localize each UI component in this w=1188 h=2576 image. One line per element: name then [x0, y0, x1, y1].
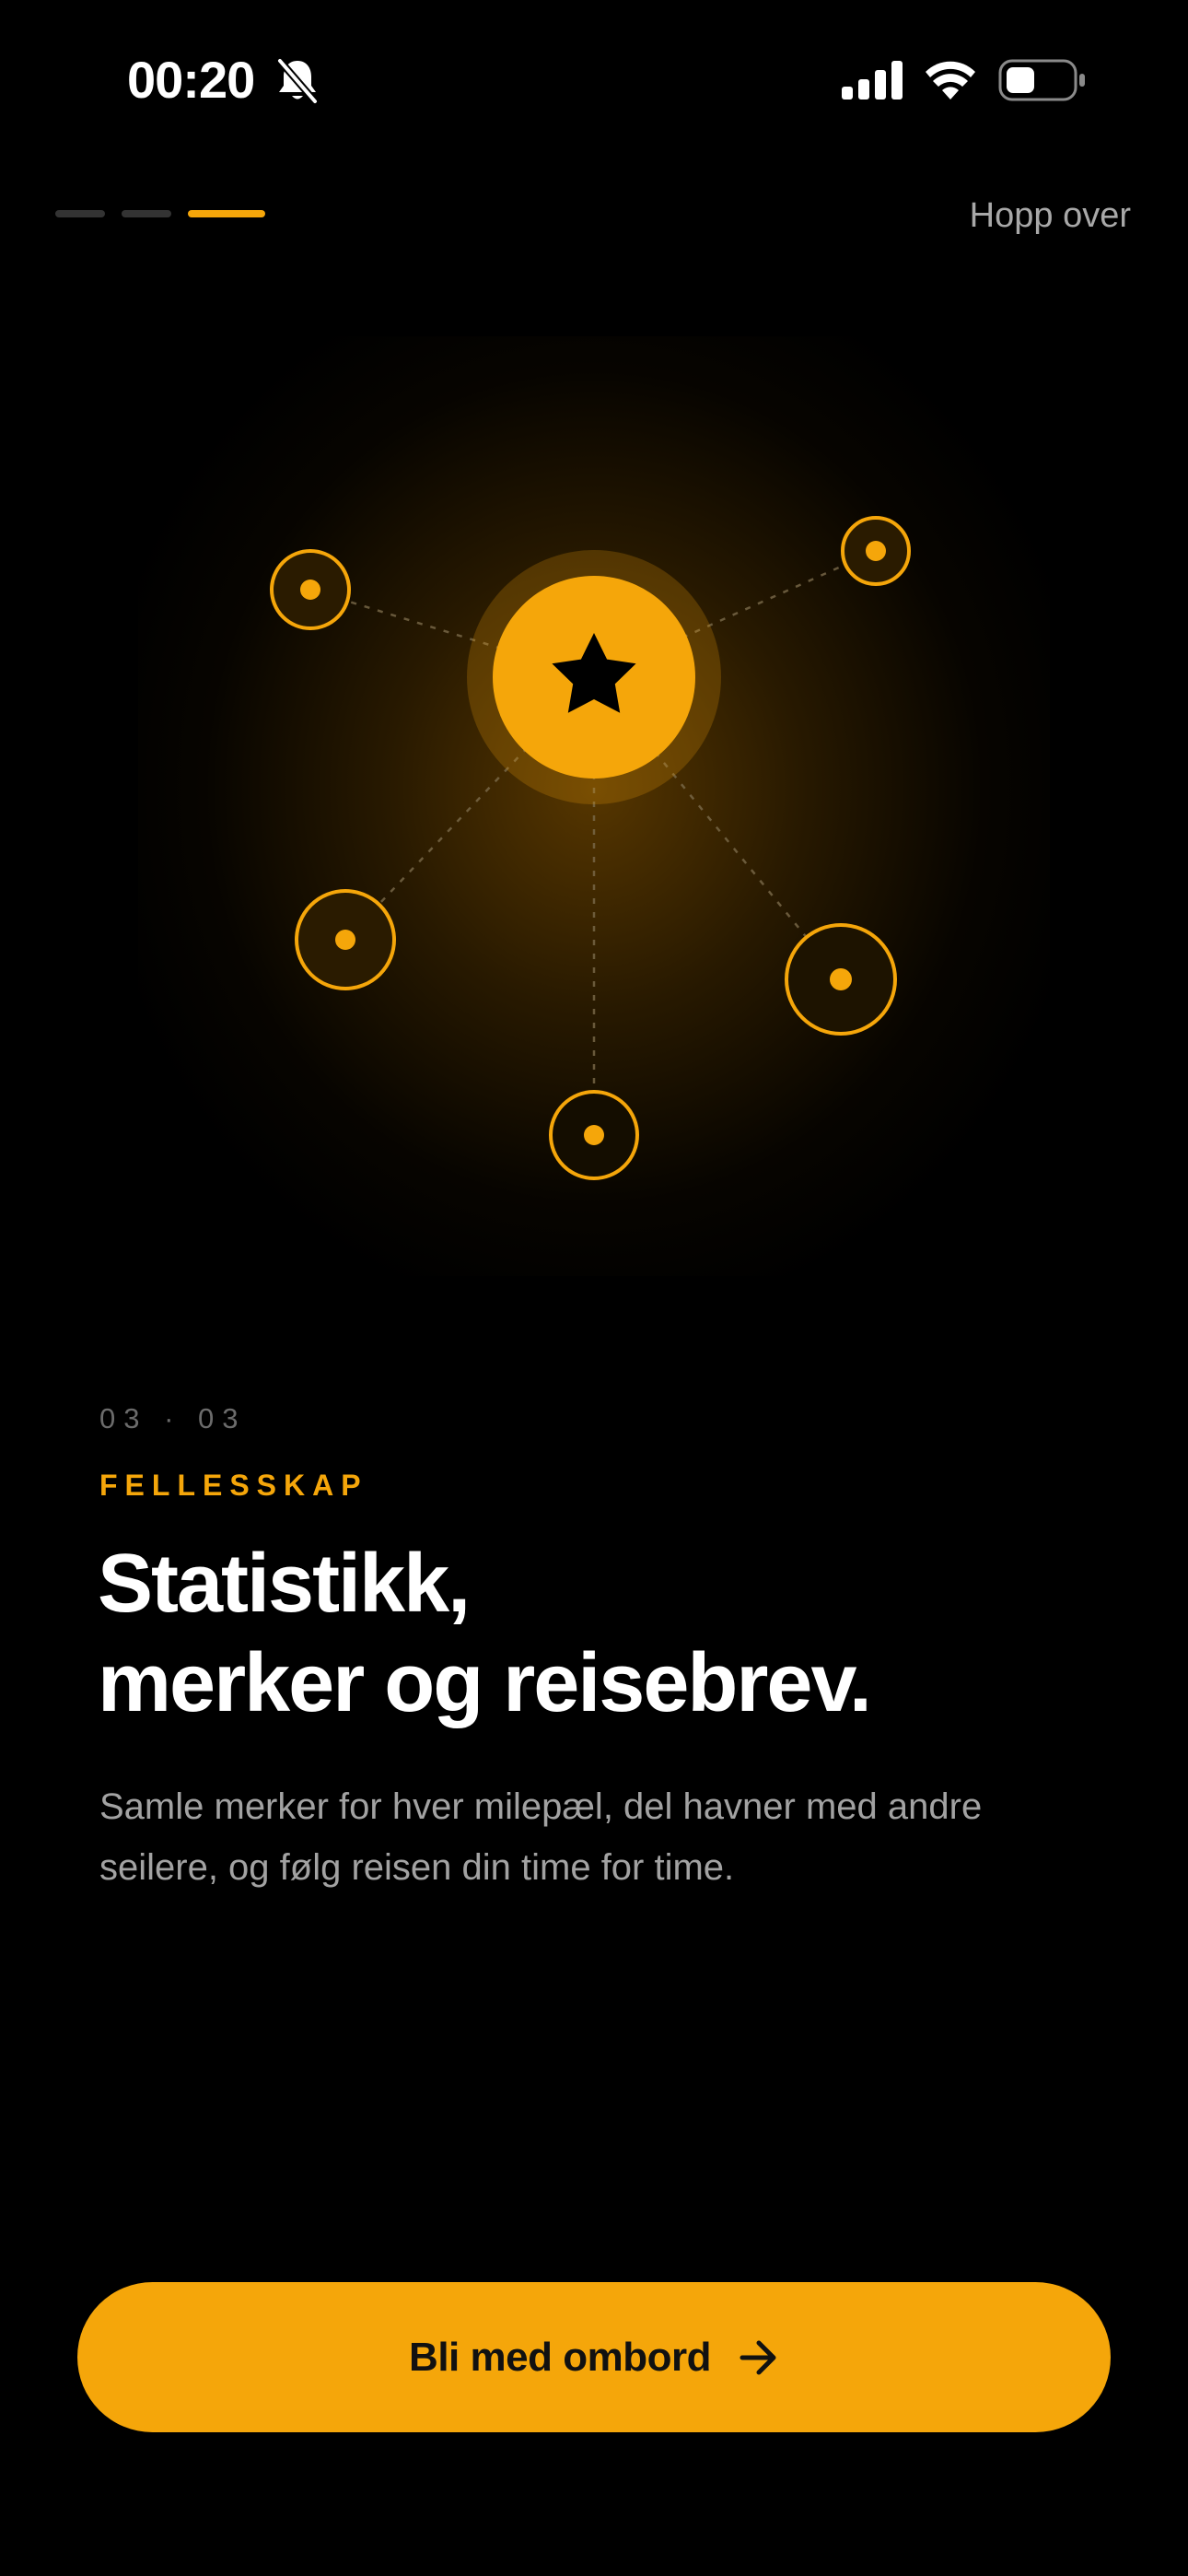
join-button[interactable]: Bli med ombord: [77, 2282, 1111, 2432]
arrow-right-icon: [740, 2340, 776, 2374]
step-counter: 03 · 03: [99, 1402, 247, 1434]
page-title: Statistikk, merker og reisebrev.: [98, 1534, 872, 1733]
satellite-node: [841, 516, 911, 586]
satellite-node: [295, 889, 396, 990]
community-illustration: [270, 516, 911, 1180]
section-eyebrow: FELLESSKAP: [99, 1469, 368, 1502]
title-line-2: merker og reisebrev.: [98, 1637, 872, 1729]
description-text: Samle merker for hver milepæl, del havne…: [99, 1786, 983, 1888]
onboarding-screen: 00:20 Hopp over 03 · 03 FELLESSKAP Stati…: [0, 0, 1188, 2576]
title-line-1: Statistikk,: [98, 1538, 471, 1630]
satellite-node: [270, 549, 351, 630]
satellite-node: [785, 923, 897, 1036]
satellite-node: [549, 1090, 639, 1180]
join-button-label: Bli med ombord: [409, 2334, 711, 2380]
